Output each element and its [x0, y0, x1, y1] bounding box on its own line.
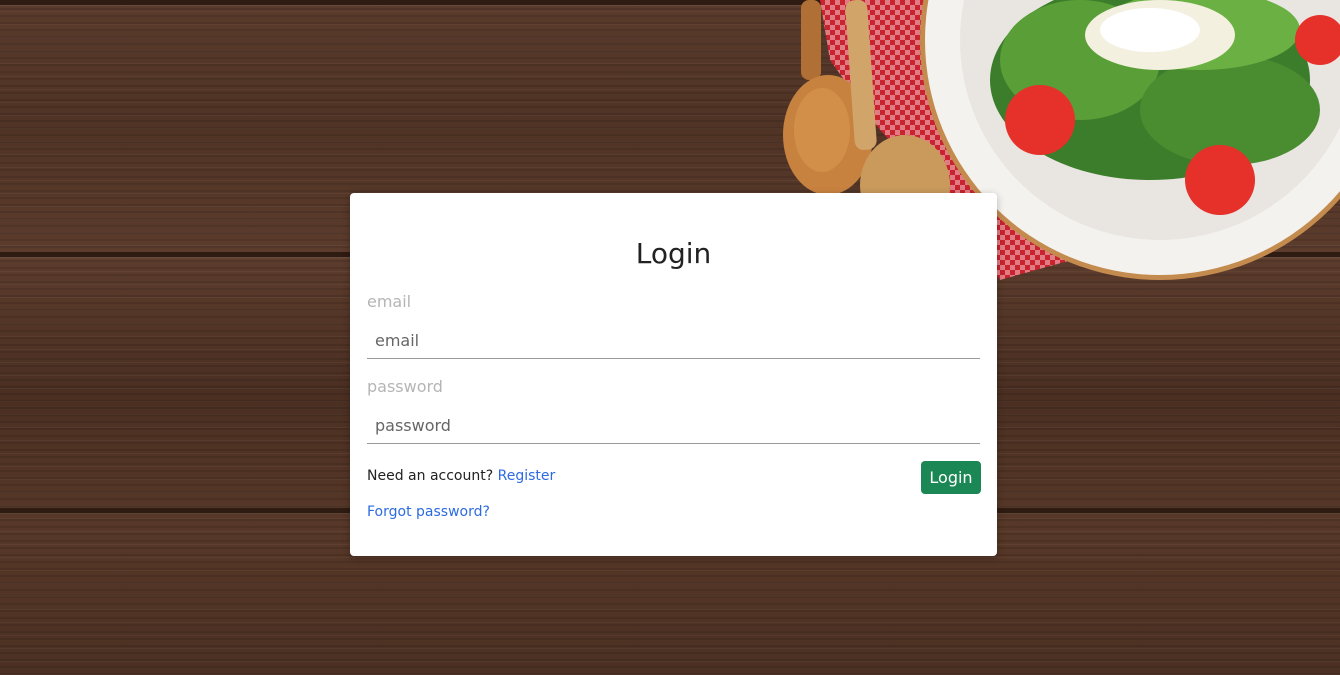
need-account-text: Need an account?: [367, 468, 494, 484]
login-card: Login email password Need an account? Re…: [350, 193, 997, 556]
page-title: Login: [635, 237, 712, 270]
email-label: email: [367, 292, 412, 311]
forgot-password-link[interactable]: Forgot password?: [367, 504, 490, 520]
password-label: password: [367, 377, 443, 396]
email-input[interactable]: [367, 323, 980, 359]
register-prompt: Need an account? Register: [367, 468, 555, 484]
login-button[interactable]: Login: [921, 461, 981, 494]
register-link[interactable]: Register: [498, 468, 556, 484]
password-input[interactable]: [367, 408, 980, 444]
